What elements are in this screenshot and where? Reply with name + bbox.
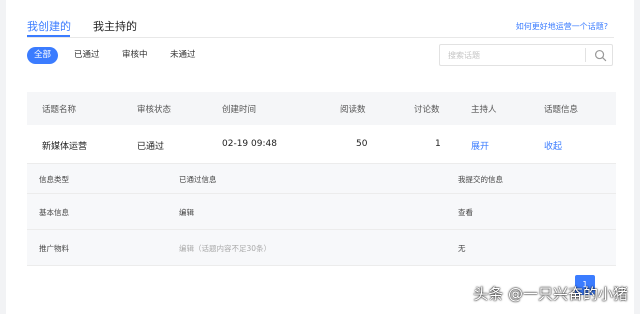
col-topic-name: 话题名称	[42, 105, 77, 115]
tab-my-hosted[interactable]: 我主持的	[93, 18, 137, 34]
review-status: 已通过	[137, 142, 165, 152]
row-divider	[27, 265, 616, 266]
detail-col-submitted: 我提交的信息	[458, 175, 503, 184]
col-review-status: 审核状态	[137, 105, 172, 115]
row-divider	[27, 163, 616, 164]
filter-all[interactable]: 全部	[27, 47, 59, 64]
topic-name: 新媒体运营	[42, 142, 88, 152]
help-link[interactable]: 如何更好地运营一个话题?	[516, 21, 608, 32]
detail-col-info-type: 信息类型	[39, 175, 69, 184]
row-divider	[27, 229, 616, 230]
search-input[interactable]	[448, 48, 578, 62]
filter-reviewing[interactable]: 审核中	[122, 47, 148, 64]
edit-promo-disabled: 编辑（话题内容不足30条）	[179, 244, 272, 253]
read-count: 50	[356, 139, 368, 149]
detail-type-basic: 基本信息	[39, 208, 69, 217]
col-host: 主持人	[471, 105, 497, 115]
filter-rejected[interactable]: 未通过	[170, 47, 196, 64]
collapse-info-link[interactable]: 收起	[544, 139, 562, 152]
promo-submitted-value: 无	[458, 244, 466, 253]
detail-col-approved: 已通过信息	[179, 175, 217, 184]
table-header	[27, 92, 616, 125]
detail-type-promo: 推广物料	[39, 244, 69, 253]
search-box	[439, 44, 613, 66]
col-created-time: 创建时间	[222, 105, 257, 115]
watermark: 头条 @一只兴奋的小猪	[473, 285, 628, 303]
edit-basic-link[interactable]: 编辑	[179, 207, 194, 218]
col-reads: 阅读数	[340, 105, 366, 115]
search-divider	[585, 48, 586, 62]
tab-my-created[interactable]: 我创建的	[27, 18, 71, 34]
search-icon[interactable]	[594, 49, 607, 62]
expand-host-link[interactable]: 展开	[471, 139, 489, 152]
view-basic-link[interactable]: 查看	[458, 207, 473, 218]
tabs-divider	[27, 37, 614, 38]
filter-approved[interactable]: 已通过	[74, 47, 100, 64]
content-card: 我创建的 我主持的 如何更好地运营一个话题? 全部 已通过 审核中 未通过 话题…	[6, 0, 634, 314]
col-topic-info: 话题信息	[544, 105, 579, 115]
row-divider	[27, 193, 616, 194]
col-discussions: 讨论数	[414, 105, 440, 115]
discussion-count: 1	[435, 139, 441, 149]
topic-detail-panel	[27, 163, 616, 265]
created-time: 02-19 09:48	[222, 139, 277, 149]
